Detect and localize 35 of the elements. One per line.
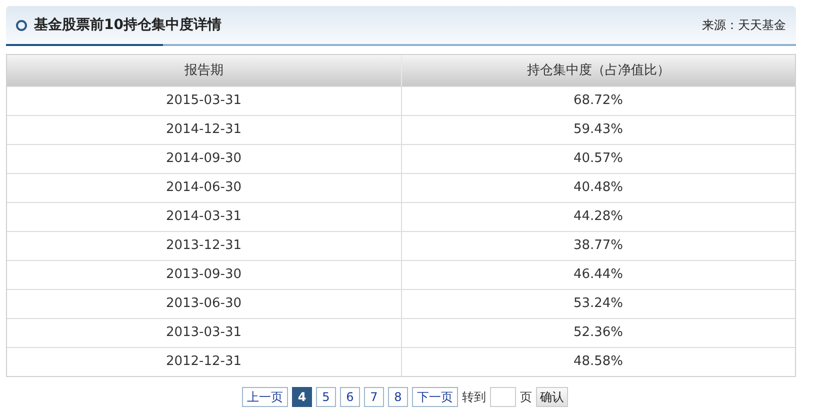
table-cell: 46.44%	[400, 261, 795, 289]
page-button[interactable]: 8	[388, 387, 408, 407]
table-cell: 59.43%	[400, 116, 795, 144]
panel-title: 基金股票前10持仓集中度详情	[34, 16, 222, 34]
table-cell-text: 2014-12-31	[164, 121, 243, 140]
table-cell-text: 2015-03-31	[164, 92, 243, 110]
table-cell-text: 2014-09-30	[164, 150, 243, 168]
table-cell: 53.24%	[400, 290, 795, 318]
page-button[interactable]: 5	[316, 387, 336, 407]
table-cell-text: 2014-06-30	[164, 179, 243, 198]
column-header: 持仓集中度（占净值比）	[400, 55, 795, 86]
table-cell-text: 2013-06-30	[164, 295, 243, 314]
table-cell-text: 2013-12-31	[164, 237, 243, 256]
page-button[interactable]: 4	[292, 387, 312, 407]
column-header: 报告期	[183, 62, 224, 80]
table-cell: 40.48%	[400, 174, 795, 202]
table-cell-text: 2012-12-31	[164, 353, 243, 372]
page-unit-label: 页	[520, 389, 532, 406]
table-cell: 44.28%	[400, 203, 795, 231]
table-cell: 68.72%	[400, 87, 795, 115]
goto-label: 转到	[462, 389, 486, 406]
page-button[interactable]: 7	[364, 387, 384, 407]
table-cell: 48.58%	[400, 348, 795, 376]
prev-page-button[interactable]: 上一页	[242, 387, 288, 407]
confirm-button[interactable]: 确认	[536, 387, 568, 407]
table-cell: 52.36%	[400, 319, 795, 347]
next-page-button[interactable]: 下一页	[412, 387, 458, 407]
table-cell: 38.77%	[400, 232, 795, 260]
page-button[interactable]: 6	[340, 387, 360, 407]
table-cell-text: 2013-09-30	[164, 266, 243, 284]
source-label: 来源：天天基金	[702, 17, 786, 34]
table-cell: 40.57%	[400, 145, 795, 173]
page-input[interactable]	[490, 387, 516, 407]
table-cell-text: 2013-03-31	[164, 324, 243, 342]
table-cell-text: 2014-03-31	[164, 208, 243, 226]
